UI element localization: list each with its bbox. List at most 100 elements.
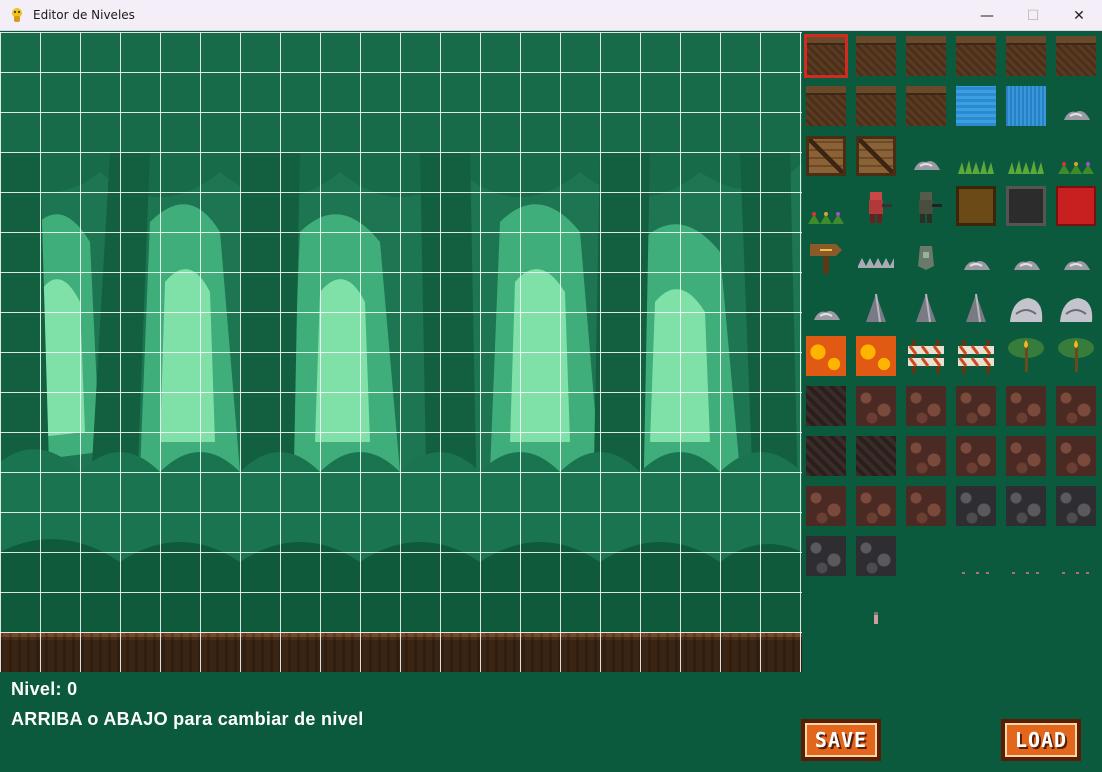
palette-tile-crate-tile[interactable] [856,136,896,176]
palette-tile-brown-rock-slope[interactable] [1056,386,1096,426]
palette-tile-brown-rock[interactable] [906,386,946,426]
palette-tile-armor[interactable] [906,236,946,276]
palette-tile-dark-rock-slope[interactable] [856,436,896,476]
palette-tile-barricade[interactable] [906,336,946,376]
palette-tile-health-box[interactable] [1056,186,1096,226]
palette-tile-boulder[interactable] [1006,286,1046,326]
grid-line-horizontal [0,32,802,33]
window-title: Editor de Niveles [33,8,135,22]
grid-line-horizontal [0,592,802,593]
palette-tile-water-tile[interactable] [956,86,996,126]
level-label: Nivel: 0 [11,679,78,699]
palette-tile-stone-pile[interactable] [1056,86,1096,126]
minimize-button[interactable]: — [964,0,1010,31]
title-bar: Editor de Niveles — ☐ ✕ [0,0,1102,31]
palette-tile-small-item[interactable] [856,586,896,626]
palette-tile-player-soldier[interactable] [856,186,896,226]
palette-tile-gray-rock[interactable] [956,486,996,526]
palette-tile-blank [906,586,946,626]
grid-line-horizontal [0,512,802,513]
grid-line-horizontal [0,152,802,153]
palette-tile-brown-rock[interactable] [956,386,996,426]
palette-tile-stone-pile[interactable] [806,286,846,326]
palette-tile-brown-rock[interactable] [856,486,896,526]
palette-tile-brown-rock[interactable] [806,486,846,526]
palette-tile-gray-rock[interactable] [1006,486,1046,526]
palette-tile-dirt-tile[interactable] [856,86,896,126]
palette-tile-dirt-tile[interactable] [804,34,848,78]
palette-tile-boulder[interactable] [1056,286,1096,326]
palette-tile-brown-rock[interactable] [1006,436,1046,476]
grid-line-horizontal [0,232,802,233]
palette-tile-lava-tile[interactable] [806,336,846,376]
grid-line-horizontal [0,632,802,633]
grid-line-horizontal [0,272,802,273]
palette-tile-stone-spire[interactable] [956,286,996,326]
palette-tile-blank [806,586,846,626]
palette-tile-dirt-tile[interactable] [856,36,896,76]
palette-tile-dirt-tile[interactable] [956,36,996,76]
palette-tile-debris[interactable] [1056,536,1096,576]
grid-line-horizontal [0,312,802,313]
palette-tile-brown-rock[interactable] [906,486,946,526]
palette-tile-gray-rock[interactable] [806,536,846,576]
palette-tile-gray-rock[interactable] [1056,486,1096,526]
palette-tile-dirt-tile[interactable] [906,86,946,126]
palette-tile-blank [1056,586,1096,626]
palette-tile-debris[interactable] [956,536,996,576]
save-button[interactable]: SAVE [801,719,881,761]
palette-tile-brown-rock[interactable] [856,386,896,426]
palette-tile-dirt-tile[interactable] [1006,36,1046,76]
grid-line-horizontal [0,192,802,193]
window-controls: — ☐ ✕ [964,0,1102,31]
grid-line-horizontal [0,392,802,393]
palette-tile-brown-rock[interactable] [906,436,946,476]
palette-tile-torch[interactable] [1056,336,1096,376]
palette-tile-stone-spire[interactable] [856,286,896,326]
palette-tile-blank [906,536,946,576]
palette-tile-stone-pile[interactable] [1006,236,1046,276]
palette-tile-stone-pile[interactable] [956,236,996,276]
palette-tile-brown-rock[interactable] [1056,436,1096,476]
grid-line-horizontal [0,552,802,553]
palette-tile-crate-tile[interactable] [806,136,846,176]
instructions-text: ARRIBA o ABAJO para cambiar de nivel [11,709,364,729]
palette-tile-torch[interactable] [1006,336,1046,376]
palette-tile-spikes[interactable] [856,236,896,276]
palette-tile-gray-rock[interactable] [856,536,896,576]
palette-tile-dark-rock-slope[interactable] [806,436,846,476]
pygame-snake-icon [12,8,22,22]
palette-tile-grass-tile[interactable] [1006,136,1046,176]
palette-tile-signpost[interactable] [806,236,846,276]
palette-tile-dirt-tile[interactable] [906,36,946,76]
palette-tile-blank [1006,586,1046,626]
palette-tile-flowers-tile[interactable] [1056,136,1096,176]
palette-tile-ammo-box[interactable] [956,186,996,226]
palette-tile-debris[interactable] [1006,536,1046,576]
grid-line-horizontal [0,432,802,433]
palette-tile-blank [956,586,996,626]
grid-line-horizontal [0,352,802,353]
palette-tile-barricade[interactable] [956,336,996,376]
palette-tile-grass-tile[interactable] [956,136,996,176]
palette-tile-brown-rock-plant[interactable] [956,436,996,476]
grid-line-horizontal [0,112,802,113]
palette-tile-stone-spire[interactable] [906,286,946,326]
load-button[interactable]: LOAD [1001,719,1081,761]
grid-line-horizontal [0,72,802,73]
palette-tile-dark-rock[interactable] [806,386,846,426]
palette-tile-dirt-tile[interactable] [806,86,846,126]
grid-line-horizontal [0,472,802,473]
maximize-button[interactable]: ☐ [1010,0,1056,31]
palette-tile-stone-pile[interactable] [1056,236,1096,276]
palette-tile-stone-pile[interactable] [906,136,946,176]
palette-tile-brown-rock[interactable] [1006,386,1046,426]
palette-tile-lava-tile[interactable] [856,336,896,376]
palette-tile-dirt-tile[interactable] [1056,36,1096,76]
palette-tile-water-tile[interactable] [1006,86,1046,126]
palette-tile-flowers-tile[interactable] [806,186,846,226]
palette-tile-grenade-box[interactable] [1006,186,1046,226]
palette-tile-enemy-soldier[interactable] [906,186,946,226]
level-canvas[interactable] [0,32,802,672]
close-button[interactable]: ✕ [1056,0,1102,31]
